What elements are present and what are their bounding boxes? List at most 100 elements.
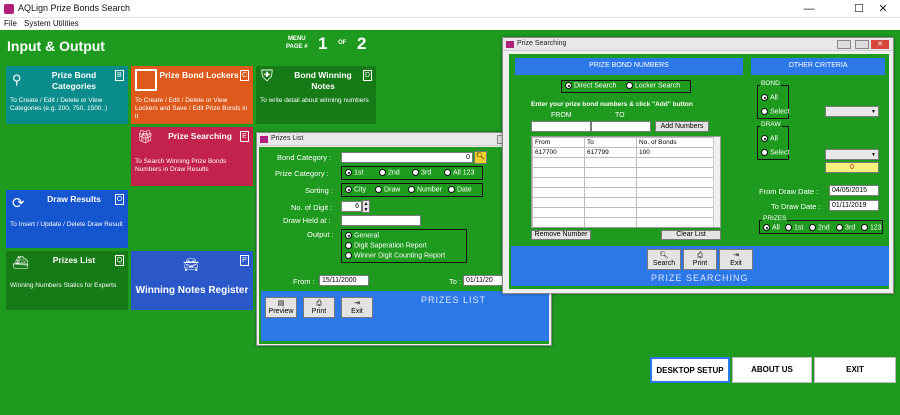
draw-select-option[interactable]: Select: [761, 149, 789, 156]
from-number-field[interactable]: [531, 121, 591, 132]
prize-3rd-option[interactable]: 3rd: [836, 224, 855, 231]
tile-winning-notes-register[interactable]: 🚘︎ P Winning Notes Register: [131, 251, 253, 310]
from-draw-date-field[interactable]: 04/05/2015: [829, 185, 879, 196]
draw-all-option[interactable]: All: [761, 135, 778, 142]
tile-title: Winning Notes Register: [135, 285, 249, 296]
table-scrollbar[interactable]: [713, 137, 720, 227]
minimize-button[interactable]: —: [792, 0, 826, 18]
search-mode-group: Direct Search Locker Search: [561, 80, 691, 93]
maximize-button[interactable]: [855, 40, 869, 49]
shortcut-key: E: [240, 131, 249, 142]
prize-searching-banner: 🔍︎ Search ⎙ Print ⇥ Exit PRIZE SEARCHING: [511, 246, 889, 286]
menu-bar: File System Utilities: [0, 18, 900, 30]
output-opt-digit-separation[interactable]: Digit Saperation Report: [345, 242, 427, 249]
sort-opt-number[interactable]: Number: [408, 186, 442, 193]
output-opt-winner-digit[interactable]: Winner Digit Counting Report: [345, 252, 445, 259]
sort-opt-city[interactable]: City: [345, 186, 366, 193]
banner-title: PRIZE SEARCHING: [651, 273, 749, 283]
close-button[interactable]: ✕: [866, 0, 900, 18]
prize-opt-2nd[interactable]: 2nd: [379, 169, 400, 176]
close-button[interactable]: ✕: [871, 40, 889, 49]
prize-opt-3rd[interactable]: 3rd: [412, 169, 431, 176]
tile-prize-bond-categories[interactable]: ⚲ Prize Bond Categories B To Create / Ed…: [6, 66, 128, 124]
prize-all-option[interactable]: All: [763, 224, 780, 231]
search-button[interactable]: 🔍︎ Search: [647, 249, 681, 270]
cell-to: 617799: [584, 147, 638, 158]
draw-held-field[interactable]: [341, 215, 421, 226]
bond-all-option[interactable]: All: [761, 94, 778, 101]
minimize-button[interactable]: [837, 40, 851, 49]
digits-spinner[interactable]: ▲ ▼: [362, 200, 370, 213]
from-draw-date-label: From Draw Date :: [759, 187, 819, 196]
remove-number-button[interactable]: Remove Number: [531, 230, 591, 240]
table-row[interactable]: 617700 617799 100: [532, 147, 720, 158]
tile-draw-results[interactable]: ⟳ Draw Results O To Insert / Update / De…: [6, 190, 128, 248]
desktop-setup-button[interactable]: DESKTOP SETUP: [650, 357, 730, 383]
preview-icon: ▤: [277, 300, 285, 307]
chevron-down-icon: ▼: [871, 109, 876, 115]
tile-prize-searching[interactable]: 🎁︎ Prize Searching E To Search Winning P…: [131, 127, 253, 186]
cell-from: 617700: [532, 147, 586, 158]
page-total[interactable]: 2: [357, 34, 366, 54]
locker-search-option[interactable]: Locker Search: [626, 82, 680, 89]
to-draw-date-field[interactable]: 01/11/2019: [829, 200, 879, 211]
locker-icon: [135, 69, 157, 91]
from-label: From :: [293, 277, 315, 286]
tile-prizes-list[interactable]: ⛴ Prizes List Q Winning Numbers Statics …: [6, 251, 128, 310]
exit-app-button[interactable]: EXIT: [814, 357, 896, 383]
output-label: Output :: [307, 230, 334, 239]
window-title: Prize Searching: [517, 40, 567, 47]
prize-category-group: 1st 2nd 3rd All 123: [341, 166, 483, 180]
to-date-field[interactable]: 01/11/20: [463, 275, 505, 286]
bond-category-field[interactable]: 0: [341, 152, 473, 163]
prize-opt-1st[interactable]: 1st: [345, 169, 363, 176]
clear-list-button[interactable]: Clear List: [661, 230, 721, 240]
sort-opt-date[interactable]: Date: [448, 186, 472, 193]
exit-button[interactable]: ⇥ Exit: [341, 297, 373, 318]
tile-desc: To Insert / Update / Delete Draw Result: [10, 221, 123, 228]
add-numbers-button[interactable]: Add Numbers: [655, 121, 709, 132]
digits-field[interactable]: 6: [341, 201, 362, 212]
menu-file[interactable]: File: [4, 19, 17, 28]
tile-desc: To write detail about winning numbers: [260, 97, 369, 104]
page-title: Input & Output: [7, 38, 105, 54]
prize-2nd-option[interactable]: 2nd: [809, 224, 830, 231]
printer-icon: ⎙: [697, 252, 703, 259]
to-label: TO: [615, 112, 625, 119]
exit-button[interactable]: ⇥ Exit: [719, 249, 753, 270]
tile-title: Prize Bond Lockers: [159, 70, 239, 80]
tile-desc: To Create / Edit / Delete or View Locker…: [135, 97, 248, 120]
draw-select-dropdown[interactable]: ▼: [825, 149, 879, 160]
print-button[interactable]: ⎙ Print: [303, 297, 335, 318]
refresh-icon: ⟳: [12, 195, 25, 212]
tile-prize-bond-lockers[interactable]: Prize Bond Lockers C To Create / Edit / …: [131, 66, 253, 124]
tile-title: Draw Results: [47, 194, 101, 204]
output-group: General Digit Saperation Report Winner D…: [341, 229, 467, 263]
table-row-empty: [532, 177, 720, 188]
exit-icon: ⇥: [354, 300, 360, 307]
tile-bond-winning-notes[interactable]: ⛨ Bond Winning Notes D To write detail a…: [256, 66, 376, 124]
tile-desc: To Search Winning Prize Bonds Numbers in…: [135, 158, 227, 173]
prize-123-option[interactable]: 123: [861, 224, 882, 231]
tile-desc: Winning Numbers Statics for Experts: [10, 282, 117, 289]
prize-opt-all[interactable]: All 123: [444, 169, 474, 176]
output-opt-general[interactable]: General: [345, 232, 379, 239]
sort-opt-draw[interactable]: Draw: [375, 186, 400, 193]
search-icon[interactable]: 🔍︎: [474, 151, 487, 164]
tile-title: Prize Bond Categories: [51, 70, 97, 91]
bond-select-dropdown[interactable]: ▼: [825, 106, 879, 117]
tile-desc: To Create / Edit / Delete or View Catego…: [10, 97, 108, 112]
from-date-field[interactable]: 15/11/2000: [319, 275, 369, 286]
prizes-list-banner: PRIZES LIST ▤ Preview ⎙ Print ⇥ Exit: [261, 291, 549, 341]
print-button[interactable]: ⎙ Print: [683, 249, 717, 270]
direct-search-option[interactable]: Direct Search: [565, 82, 616, 89]
prize-searching-window: Prize Searching ✕ PRIZE BOND NUMBERS OTH…: [502, 37, 894, 294]
about-us-button[interactable]: ABOUT US: [732, 357, 812, 383]
to-number-field[interactable]: [591, 121, 651, 132]
preview-button[interactable]: ▤ Preview: [265, 297, 297, 318]
bond-select-option[interactable]: Select: [761, 108, 789, 115]
menu-system-utilities[interactable]: System Utilities: [24, 19, 79, 28]
prize-1st-option[interactable]: 1st: [785, 224, 803, 231]
numbers-table[interactable]: From To No. of Bonds 617700 617799 100: [531, 136, 721, 228]
shortcut-key: O: [115, 194, 124, 205]
